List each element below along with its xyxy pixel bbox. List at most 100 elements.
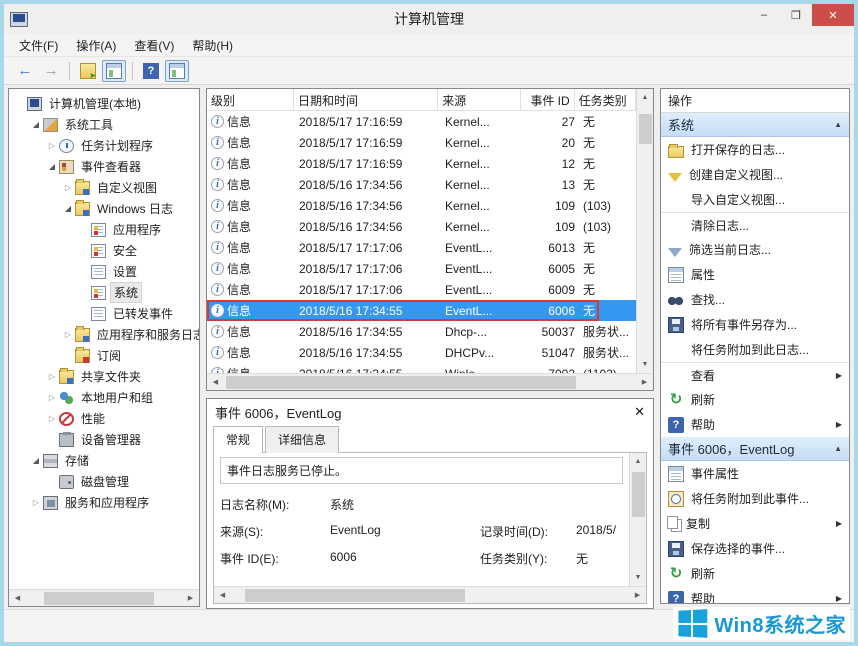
column-header-2[interactable]: 来源 bbox=[438, 89, 521, 110]
tree-item[interactable]: ◢存储 bbox=[11, 450, 199, 471]
event-list-vertical-scrollbar[interactable]: ▲ ▼ bbox=[636, 89, 653, 373]
action-item[interactable]: 复制▶ bbox=[661, 511, 849, 536]
detail-vertical-scrollbar[interactable]: ▲ ▼ bbox=[629, 453, 646, 586]
event-row[interactable]: i信息2018/5/16 17:34:55DHCPv...51047服务状... bbox=[207, 342, 636, 363]
menu-item-查看(V)[interactable]: 查看(V) bbox=[125, 34, 183, 57]
action-item[interactable]: ?帮助▶ bbox=[661, 586, 849, 604]
tree-item[interactable]: ◢Windows 日志 bbox=[11, 198, 199, 219]
action-item[interactable]: 清除日志... bbox=[661, 212, 849, 237]
scrollbar-thumb[interactable] bbox=[245, 589, 465, 602]
tree-item[interactable]: ▷任务计划程序 bbox=[11, 135, 199, 156]
event-row[interactable]: i信息2018/5/16 17:34:55EventL...6006无 bbox=[207, 300, 636, 321]
collapsed-arrow-icon[interactable]: ▷ bbox=[61, 183, 75, 192]
tree-item[interactable]: ▷性能 bbox=[11, 408, 199, 429]
scroll-left-icon[interactable]: ◀ bbox=[9, 590, 26, 607]
action-item[interactable]: 保存选择的事件... bbox=[661, 536, 849, 561]
scroll-left-icon[interactable]: ◀ bbox=[214, 587, 231, 604]
action-item[interactable]: 将任务附加到此事件... bbox=[661, 486, 849, 511]
scroll-right-icon[interactable]: ▶ bbox=[629, 587, 646, 604]
column-header-4[interactable]: 任务类别 bbox=[575, 89, 636, 110]
menu-item-操作(A)[interactable]: 操作(A) bbox=[67, 34, 125, 57]
action-item[interactable]: 打开保存的日志... bbox=[661, 137, 849, 162]
collapsed-arrow-icon[interactable]: ▷ bbox=[61, 330, 75, 339]
collapsed-arrow-icon[interactable]: ▷ bbox=[45, 393, 59, 402]
tree-item[interactable]: ◢系统工具 bbox=[11, 114, 199, 135]
tree-item[interactable]: 安全 bbox=[11, 240, 199, 261]
scrollbar-thumb[interactable] bbox=[44, 592, 154, 605]
show-action-pane-button[interactable] bbox=[165, 60, 189, 82]
tree-item[interactable]: ◢事件查看器 bbox=[11, 156, 199, 177]
action-section-header[interactable]: 系统▲ bbox=[661, 113, 849, 137]
scrollbar-thumb[interactable] bbox=[639, 114, 652, 144]
event-row[interactable]: i信息2018/5/16 17:34:56Kernel...109(103) bbox=[207, 216, 636, 237]
tree-item[interactable]: 设置 bbox=[11, 261, 199, 282]
close-button[interactable]: ✕ bbox=[812, 4, 854, 26]
menu-item-帮助(H)[interactable]: 帮助(H) bbox=[183, 34, 242, 57]
minimize-button[interactable]: – bbox=[748, 4, 780, 26]
action-item[interactable]: ?帮助▶ bbox=[661, 412, 849, 437]
tab-详细信息[interactable]: 详细信息 bbox=[265, 426, 339, 453]
scroll-down-icon[interactable]: ▼ bbox=[630, 569, 647, 586]
action-item[interactable]: 属性 bbox=[661, 262, 849, 287]
event-row[interactable]: i信息2018/5/17 17:16:59Kernel...27无 bbox=[207, 111, 636, 132]
scroll-left-icon[interactable]: ◀ bbox=[207, 374, 224, 391]
action-item[interactable]: 查找... bbox=[661, 287, 849, 312]
tree-item[interactable]: ▷自定义视图 bbox=[11, 177, 199, 198]
close-detail-icon[interactable]: ✕ bbox=[634, 404, 645, 420]
action-item[interactable]: 事件属性 bbox=[661, 461, 849, 486]
column-header-0[interactable]: 级别 bbox=[207, 89, 294, 110]
event-row[interactable]: i信息2018/5/17 17:16:59Kernel...20无 bbox=[207, 132, 636, 153]
collapsed-arrow-icon[interactable]: ▷ bbox=[45, 414, 59, 423]
export-list-button[interactable] bbox=[76, 60, 100, 82]
event-row[interactable]: i信息2018/5/17 17:17:06EventL...6005无 bbox=[207, 258, 636, 279]
event-row[interactable]: i信息2018/5/17 17:16:59Kernel...12无 bbox=[207, 153, 636, 174]
tree-item[interactable]: 应用程序 bbox=[11, 219, 199, 240]
scroll-up-icon[interactable]: ▲ bbox=[637, 89, 654, 106]
tree-item[interactable]: 设备管理器 bbox=[11, 429, 199, 450]
expanded-arrow-icon[interactable]: ◢ bbox=[61, 204, 75, 213]
event-row[interactable]: i信息2018/5/16 17:34:56Kernel...109(103) bbox=[207, 195, 636, 216]
show-console-tree-button[interactable] bbox=[102, 60, 126, 82]
event-row[interactable]: i信息2018/5/17 17:17:06EventL...6009无 bbox=[207, 279, 636, 300]
action-item[interactable]: 筛选当前日志... bbox=[661, 237, 849, 262]
scroll-right-icon[interactable]: ▶ bbox=[636, 374, 653, 391]
scrollbar-thumb[interactable] bbox=[226, 376, 576, 389]
collapse-arrow-icon[interactable]: ▲ bbox=[834, 120, 842, 129]
detail-horizontal-scrollbar[interactable]: ◀ ▶ bbox=[214, 586, 646, 603]
event-row[interactable]: i信息2018/5/17 17:17:06EventL...6013无 bbox=[207, 237, 636, 258]
tree-item[interactable]: 订阅 bbox=[11, 345, 199, 366]
action-item[interactable]: 查看▶ bbox=[661, 362, 849, 387]
collapsed-arrow-icon[interactable]: ▷ bbox=[29, 498, 43, 507]
tab-常规[interactable]: 常规 bbox=[213, 426, 263, 453]
event-list-horizontal-scrollbar[interactable]: ◀ ▶ bbox=[207, 373, 653, 390]
event-row[interactable]: i信息2018/5/16 17:34:55Winlo...7002(1102) bbox=[207, 363, 636, 373]
expanded-arrow-icon[interactable]: ◢ bbox=[45, 162, 59, 171]
tree-item[interactable]: ▷本地用户和组 bbox=[11, 387, 199, 408]
tree-item[interactable]: ▷应用程序和服务日志 bbox=[11, 324, 199, 345]
help-button[interactable]: ? bbox=[139, 60, 163, 82]
event-row[interactable]: i信息2018/5/16 17:34:55Dhcp-...50037服务状... bbox=[207, 321, 636, 342]
event-row[interactable]: i信息2018/5/16 17:34:56Kernel...13无 bbox=[207, 174, 636, 195]
collapse-arrow-icon[interactable]: ▲ bbox=[834, 444, 842, 453]
column-header-1[interactable]: 日期和时间 bbox=[294, 89, 438, 110]
tree-item[interactable]: 系统 bbox=[11, 282, 199, 303]
action-item[interactable]: 创建自定义视图... bbox=[661, 162, 849, 187]
tree-item[interactable]: 磁盘管理 bbox=[11, 471, 199, 492]
scroll-down-icon[interactable]: ▼ bbox=[637, 356, 654, 373]
tree-item[interactable]: 计算机管理(本地) bbox=[11, 93, 199, 114]
tree-horizontal-scrollbar[interactable]: ◀ ▶ bbox=[9, 589, 199, 606]
back-button[interactable]: ← bbox=[13, 60, 37, 82]
action-item[interactable]: 将所有事件另存为... bbox=[661, 312, 849, 337]
expanded-arrow-icon[interactable]: ◢ bbox=[29, 120, 43, 129]
forward-button[interactable]: → bbox=[39, 60, 63, 82]
tree-item[interactable]: 已转发事件 bbox=[11, 303, 199, 324]
collapsed-arrow-icon[interactable]: ▷ bbox=[45, 141, 59, 150]
tree-item[interactable]: ▷共享文件夹 bbox=[11, 366, 199, 387]
action-item[interactable]: ↻刷新 bbox=[661, 387, 849, 412]
scrollbar-thumb[interactable] bbox=[632, 472, 645, 517]
scroll-right-icon[interactable]: ▶ bbox=[182, 590, 199, 607]
tree-item[interactable]: ▷服务和应用程序 bbox=[11, 492, 199, 513]
collapsed-arrow-icon[interactable]: ▷ bbox=[45, 372, 59, 381]
column-header-3[interactable]: 事件 ID bbox=[521, 89, 574, 110]
action-section-header[interactable]: 事件 6006，EventLog▲ bbox=[661, 437, 849, 461]
